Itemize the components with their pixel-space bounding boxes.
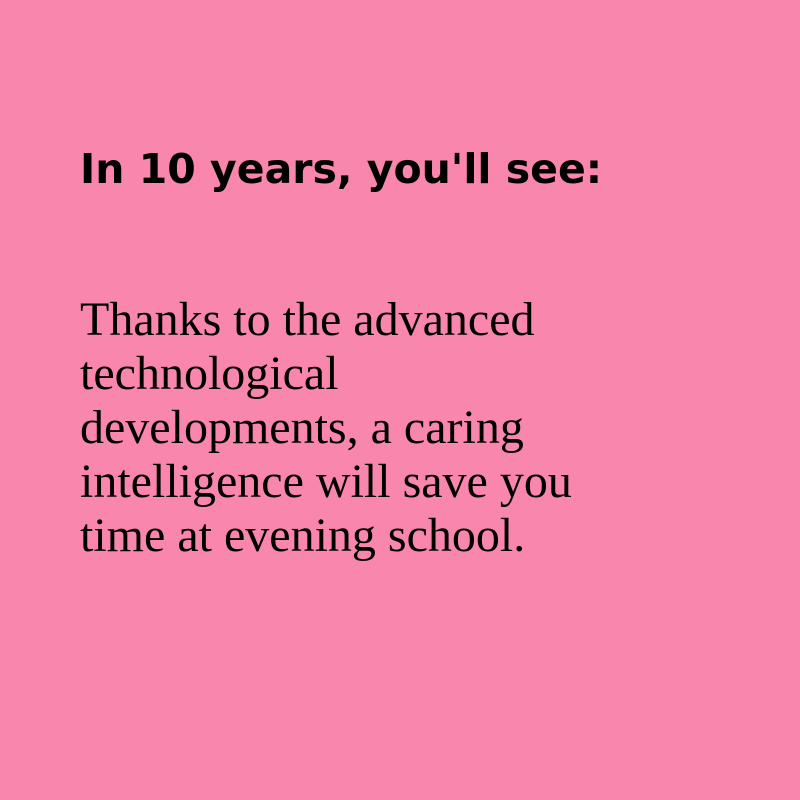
body-line: Thanks to the advanced xyxy=(80,293,535,346)
body-text: Thanks to the advanced technological dev… xyxy=(80,293,680,563)
body-line: technological xyxy=(80,347,339,400)
message-card: In 10 years, you'll see: Thanks to the a… xyxy=(0,0,800,800)
body-line: time at evening school. xyxy=(80,509,526,562)
headline: In 10 years, you'll see: xyxy=(80,145,603,193)
body-line: developments, a caring xyxy=(80,401,524,454)
body-line: intelligence will save you xyxy=(80,455,572,508)
